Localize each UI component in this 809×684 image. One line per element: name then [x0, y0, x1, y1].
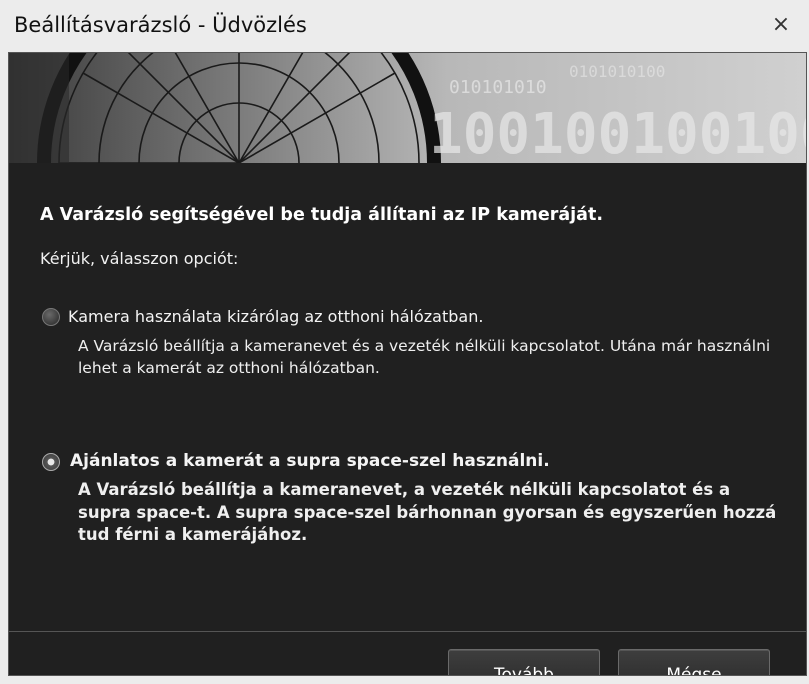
binary-text-small-2: 0101010100: [569, 62, 665, 81]
option-prompt: Kérjük, válasszon opciót:: [40, 249, 239, 268]
radio-home-network-only[interactable]: [42, 308, 60, 326]
wizard-frame: 1001001001001 010101010 0101010100 A Var…: [8, 52, 807, 676]
cancel-button[interactable]: Mégse: [618, 649, 770, 675]
window-title: Beállításvarázsló - Üdvözlés: [14, 13, 307, 37]
radar-binary-banner: 1001001001001 010101010 0101010100: [9, 53, 806, 163]
radio-supra-space[interactable]: [42, 453, 60, 471]
wizard-heading: A Varázsló segítségével be tudja állítan…: [40, 205, 604, 225]
option-supra-space-description: A Varázsló beállítja a kameranevet, a ve…: [78, 480, 777, 544]
setup-wizard-window: Beállításvarázsló - Üdvözlés × 100100100…: [0, 0, 809, 684]
header-banner-image: 1001001001001 010101010 0101010100: [9, 53, 806, 163]
wizard-content: A Varázsló segítségével be tudja állítan…: [9, 163, 806, 675]
title-bar: Beállításvarázsló - Üdvözlés ×: [0, 0, 809, 52]
option-home-network-description: A Varázsló beállítja a kameranevet és a …: [78, 337, 771, 377]
footer-separator: [9, 631, 806, 632]
binary-text-small-1: 010101010: [449, 77, 547, 98]
close-icon[interactable]: ×: [767, 10, 795, 38]
option-supra-space-label[interactable]: Ajánlatos a kamerát a supra space-szel h…: [70, 451, 550, 471]
option-home-network-label[interactable]: Kamera használata kizárólag az otthoni h…: [68, 307, 483, 326]
next-button[interactable]: Tovább: [448, 649, 600, 675]
binary-text-large: 1001001001001: [429, 102, 806, 163]
